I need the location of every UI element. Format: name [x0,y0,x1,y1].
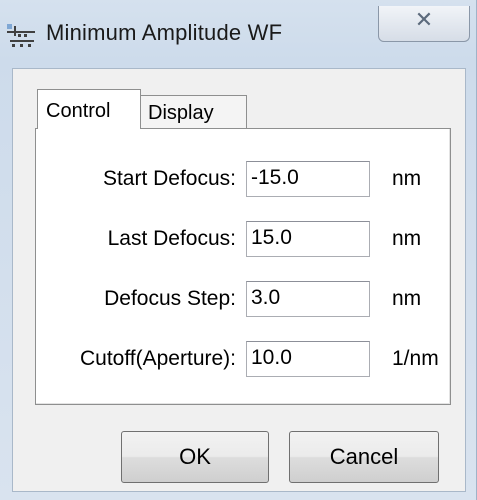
last-defocus-label: Last Defocus: [107,227,236,250]
close-icon: ✕ [414,8,434,33]
control-tab-panel: Start Defocus: -15.0 nm Last Defocus: 15… [35,128,451,405]
app-icon [7,24,35,47]
start-defocus-field[interactable]: -15.0 [246,161,370,197]
cutoff-aperture-unit: 1/nm [392,347,439,370]
last-defocus-unit: nm [392,227,422,250]
dialog-window: Minimum Amplitude WF ✕ Control Display S… [0,0,477,500]
tab-control[interactable]: Control [37,89,141,129]
last-defocus-field[interactable]: 15.0 [246,221,370,257]
cutoff-aperture-label: Cutoff(Aperture): [79,347,236,370]
title-bar[interactable]: Minimum Amplitude WF ✕ [0,0,477,68]
defocus-step-label: Defocus Step: [104,287,236,310]
tab-display[interactable]: Display [139,95,247,129]
defocus-step-unit: nm [392,287,422,310]
defocus-step-field[interactable]: 3.0 [246,281,370,317]
window-title: Minimum Amplitude WF [46,20,283,45]
start-defocus-label: Start Defocus: [102,167,236,190]
start-defocus-unit: nm [392,167,422,190]
cutoff-aperture-field[interactable]: 10.0 [246,341,370,377]
dialog-client-area: Control Display Start Defocus: -15.0 nm … [12,68,466,492]
close-button[interactable]: ✕ [378,6,470,42]
ok-button[interactable]: OK [121,431,269,483]
cancel-button[interactable]: Cancel [289,431,439,483]
